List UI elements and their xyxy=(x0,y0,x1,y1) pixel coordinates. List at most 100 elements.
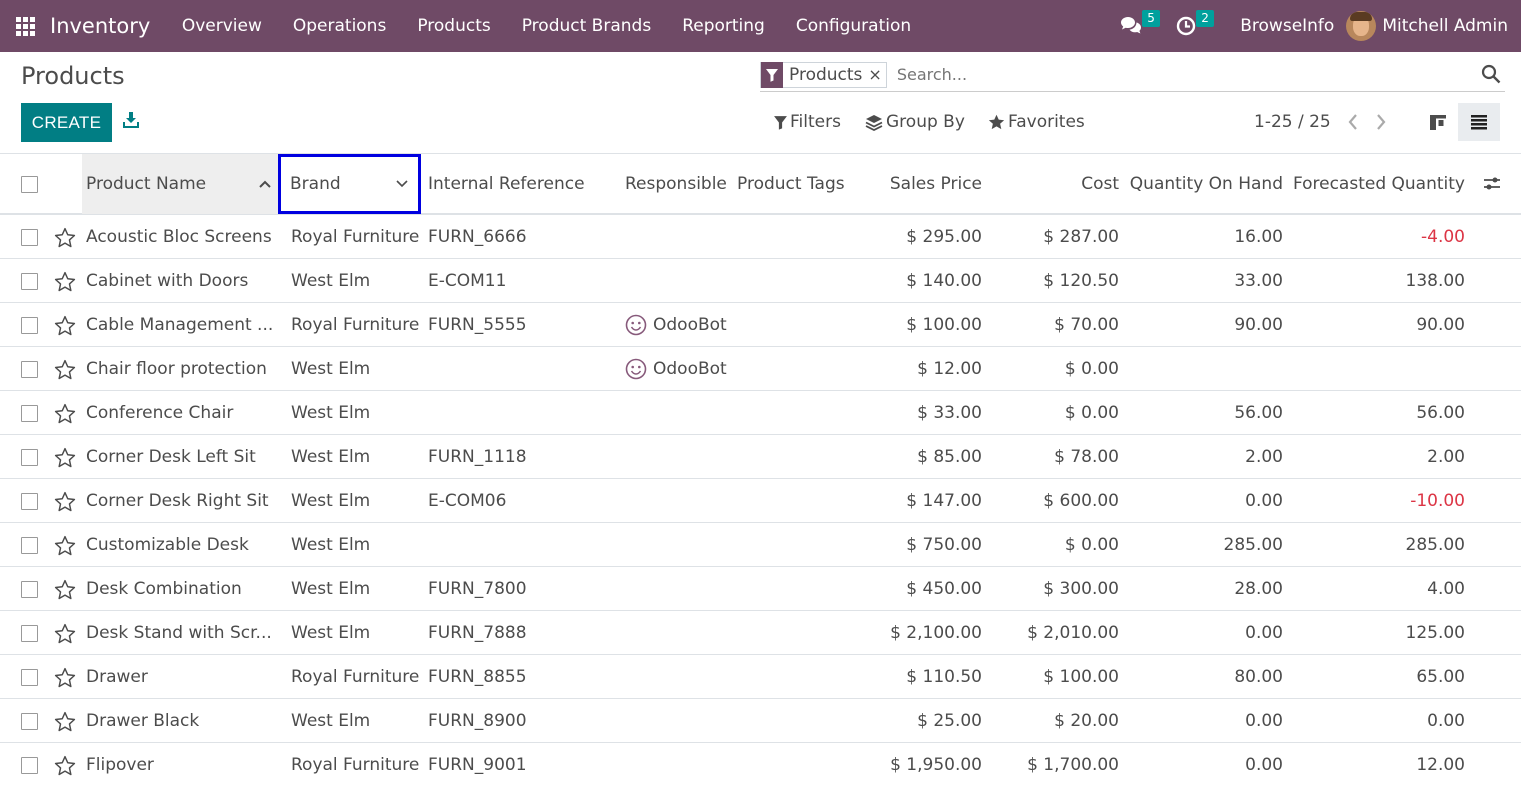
favorite-star-icon[interactable] xyxy=(54,303,80,347)
cell-forecasted-quantity[interactable]: -10.00 xyxy=(1288,479,1465,523)
cell-cost[interactable]: $ 300.00 xyxy=(1000,567,1119,611)
cell-cost[interactable]: $ 78.00 xyxy=(1000,435,1119,479)
filters-dropdown[interactable]: Filters xyxy=(773,112,841,132)
cell-brand[interactable]: West Elm xyxy=(291,435,423,479)
cell-sales-price[interactable]: $ 85.00 xyxy=(870,435,982,479)
cell-quantity-on-hand[interactable]: 33.00 xyxy=(1125,259,1283,303)
favorite-star-icon[interactable] xyxy=(54,435,80,479)
search-input[interactable] xyxy=(896,65,1457,84)
table-row[interactable]: Flipover Royal Furniture FURN_9001 $ 1,950.… xyxy=(0,743,1521,786)
cell-internal-reference[interactable] xyxy=(428,347,618,391)
cell-internal-reference[interactable]: FURN_6666 xyxy=(428,215,618,259)
cell-cost[interactable]: $ 1,700.00 xyxy=(1000,743,1119,786)
cell-product-tags[interactable] xyxy=(737,215,862,259)
create-button[interactable]: CREATE xyxy=(21,103,112,142)
column-brand[interactable]: Brand xyxy=(278,154,421,214)
cell-cost[interactable]: $ 0.00 xyxy=(1000,391,1119,435)
search-icon[interactable] xyxy=(1481,64,1501,89)
favorite-star-icon[interactable] xyxy=(54,567,80,611)
cell-responsible[interactable] xyxy=(625,215,735,259)
cell-product-name[interactable]: Drawer xyxy=(86,655,276,699)
app-name[interactable]: Inventory xyxy=(50,14,150,38)
cell-sales-price[interactable]: $ 1,950.00 xyxy=(870,743,982,786)
menu-products[interactable]: Products xyxy=(402,0,506,52)
cell-quantity-on-hand[interactable]: 2.00 xyxy=(1125,435,1283,479)
cell-product-name[interactable]: Drawer Black xyxy=(86,699,276,743)
export-download-icon[interactable] xyxy=(122,110,142,134)
cell-product-name[interactable]: Flipover xyxy=(86,743,276,786)
menu-reporting[interactable]: Reporting xyxy=(667,0,781,52)
cell-product-tags[interactable] xyxy=(737,655,862,699)
cell-internal-reference[interactable]: FURN_8900 xyxy=(428,699,618,743)
cell-product-tags[interactable] xyxy=(737,699,862,743)
cell-product-name[interactable]: Desk Combination xyxy=(86,567,276,611)
favorite-star-icon[interactable] xyxy=(54,655,80,699)
cell-sales-price[interactable]: $ 750.00 xyxy=(870,523,982,567)
cell-internal-reference[interactable]: E-COM11 xyxy=(428,259,618,303)
menu-product-brands[interactable]: Product Brands xyxy=(506,0,666,52)
column-product-tags[interactable]: Product Tags xyxy=(737,154,862,214)
cell-forecasted-quantity[interactable]: 125.00 xyxy=(1288,611,1465,655)
column-responsible[interactable]: Responsible xyxy=(625,154,735,214)
cell-responsible[interactable] xyxy=(625,259,735,303)
row-checkbox[interactable] xyxy=(21,228,38,246)
cell-forecasted-quantity[interactable]: 56.00 xyxy=(1288,391,1465,435)
column-internal-reference[interactable]: Internal Reference xyxy=(428,154,618,214)
cell-quantity-on-hand[interactable]: 56.00 xyxy=(1125,391,1283,435)
cell-quantity-on-hand[interactable]: 0.00 xyxy=(1125,743,1283,786)
cell-product-tags[interactable] xyxy=(737,611,862,655)
cell-brand[interactable]: West Elm xyxy=(291,611,423,655)
menu-configuration[interactable]: Configuration xyxy=(780,0,926,52)
menu-operations[interactable]: Operations xyxy=(277,0,401,52)
cell-brand[interactable]: West Elm xyxy=(291,479,423,523)
favorite-star-icon[interactable] xyxy=(54,479,80,523)
activities-button[interactable]: 2 xyxy=(1166,0,1216,52)
cell-responsible[interactable]: OdooBot xyxy=(625,303,735,347)
cell-forecasted-quantity[interactable]: 138.00 xyxy=(1288,259,1465,303)
cell-quantity-on-hand[interactable]: 0.00 xyxy=(1125,611,1283,655)
cell-sales-price[interactable]: $ 147.00 xyxy=(870,479,982,523)
cell-internal-reference[interactable]: FURN_7800 xyxy=(428,567,618,611)
select-all-checkbox[interactable] xyxy=(21,175,38,193)
cell-brand[interactable]: Royal Furniture xyxy=(291,743,423,786)
cell-sales-price[interactable]: $ 295.00 xyxy=(870,215,982,259)
cell-sales-price[interactable]: $ 450.00 xyxy=(870,567,982,611)
cell-product-tags[interactable] xyxy=(737,435,862,479)
menu-overview[interactable]: Overview xyxy=(166,0,277,52)
table-row[interactable]: Corner Desk Left Sit West Elm FURN_1118 $ 8… xyxy=(0,435,1521,479)
table-row[interactable]: Corner Desk Right Sit West Elm E-COM06 $ 14… xyxy=(0,479,1521,523)
cell-responsible[interactable] xyxy=(625,611,735,655)
row-checkbox[interactable] xyxy=(21,316,38,334)
apps-menu-icon[interactable] xyxy=(0,0,50,52)
cell-responsible[interactable] xyxy=(625,391,735,435)
table-row[interactable]: Drawer Black West Elm FURN_8900 $ 25.00 $ 20… xyxy=(0,699,1521,743)
favorites-dropdown[interactable]: Favorites xyxy=(988,112,1085,132)
cell-forecasted-quantity[interactable]: 0.00 xyxy=(1288,699,1465,743)
list-view-button[interactable] xyxy=(1458,103,1500,141)
pager-value[interactable]: 1-25 / 25 xyxy=(1254,112,1331,132)
favorite-star-icon[interactable] xyxy=(54,215,80,259)
column-quantity-on-hand[interactable]: Quantity On Hand xyxy=(1125,154,1283,214)
column-sales-price[interactable]: Sales Price xyxy=(870,154,982,214)
cell-product-tags[interactable] xyxy=(737,303,862,347)
cell-forecasted-quantity[interactable]: 90.00 xyxy=(1288,303,1465,347)
cell-quantity-on-hand[interactable]: 90.00 xyxy=(1125,303,1283,347)
cell-product-name[interactable]: Cable Management ... xyxy=(86,303,276,347)
cell-quantity-on-hand[interactable]: 0.00 xyxy=(1125,699,1283,743)
cell-quantity-on-hand[interactable] xyxy=(1125,347,1283,391)
cell-product-tags[interactable] xyxy=(737,479,862,523)
table-row[interactable]: Drawer Royal Furniture FURN_8855 $ 110.50 $ … xyxy=(0,655,1521,699)
user-menu[interactable]: Mitchell Admin xyxy=(1346,11,1521,41)
row-checkbox[interactable] xyxy=(21,492,38,510)
cell-responsible[interactable] xyxy=(625,743,735,786)
cell-product-name[interactable]: Acoustic Bloc Screens xyxy=(86,215,276,259)
cell-cost[interactable]: $ 70.00 xyxy=(1000,303,1119,347)
page-title[interactable]: Products xyxy=(21,62,125,90)
cell-forecasted-quantity[interactable]: 12.00 xyxy=(1288,743,1465,786)
cell-sales-price[interactable]: $ 2,100.00 xyxy=(870,611,982,655)
cell-quantity-on-hand[interactable]: 285.00 xyxy=(1125,523,1283,567)
table-row[interactable]: Conference Chair West Elm $ 33.00 $ 0.00 56.… xyxy=(0,391,1521,435)
table-row[interactable]: Cabinet with Doors West Elm E-COM11 $ 140.0… xyxy=(0,259,1521,303)
row-checkbox[interactable] xyxy=(21,448,38,466)
row-checkbox[interactable] xyxy=(21,712,38,730)
